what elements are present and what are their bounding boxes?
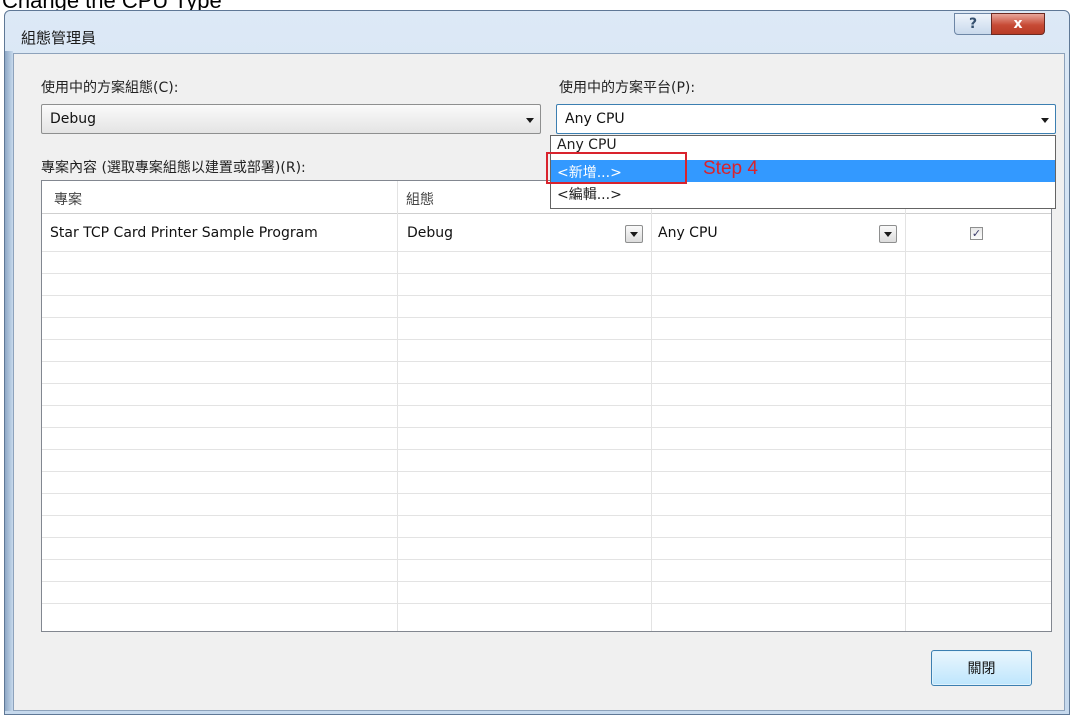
- window-close-button[interactable]: x: [991, 13, 1045, 35]
- window-frame-edge: [5, 51, 13, 711]
- platform-option-label: Any CPU: [557, 137, 617, 153]
- configuration-manager-dialog: 組態管理員 ? x 使用中的方案組態(C): Debug 使用中的方案平台(P)…: [4, 10, 1070, 715]
- close-button[interactable]: 關閉: [931, 650, 1032, 686]
- column-header-project[interactable]: 專案: [54, 189, 82, 209]
- platform-select[interactable]: Any CPU: [556, 104, 1056, 134]
- config-label: 使用中的方案組態(C):: [41, 80, 179, 96]
- chevron-down-icon: [884, 232, 892, 237]
- platform-option-edit[interactable]: <編輯...>: [551, 184, 1055, 203]
- row-project-name[interactable]: Star TCP Card Printer Sample Program: [50, 225, 318, 241]
- chevron-down-icon: [526, 118, 534, 123]
- config-select[interactable]: Debug: [41, 104, 541, 134]
- row-build-checkbox[interactable]: ✓: [970, 227, 983, 240]
- close-icon: x: [1013, 16, 1023, 32]
- step-annotation: Step 4: [703, 158, 758, 179]
- step-highlight-box: [546, 152, 687, 184]
- platform-label: 使用中的方案平台(P):: [559, 80, 696, 96]
- project-contexts-grid: 專案 組態 Star TCP Card Printer Sample Progr…: [41, 180, 1052, 632]
- column-header-configuration[interactable]: 組態: [406, 189, 434, 209]
- config-select-value: Debug: [50, 111, 97, 127]
- window-title: 組態管理員: [21, 29, 97, 47]
- help-button[interactable]: ?: [954, 13, 992, 35]
- chevron-down-icon: [1041, 118, 1049, 123]
- row-platform-value[interactable]: Any CPU: [658, 225, 718, 241]
- platform-option-label: <編輯...>: [557, 187, 622, 203]
- chevron-down-icon: [630, 232, 638, 237]
- row-platform-dropdown-button[interactable]: [879, 225, 897, 243]
- help-icon: ?: [968, 16, 978, 32]
- platform-select-value: Any CPU: [565, 111, 625, 127]
- row-configuration-value[interactable]: Debug: [407, 225, 453, 241]
- project-contexts-label: 專案內容 (選取專案組態以建置或部署)(R):: [41, 160, 306, 176]
- row-configuration-dropdown-button[interactable]: [625, 225, 643, 243]
